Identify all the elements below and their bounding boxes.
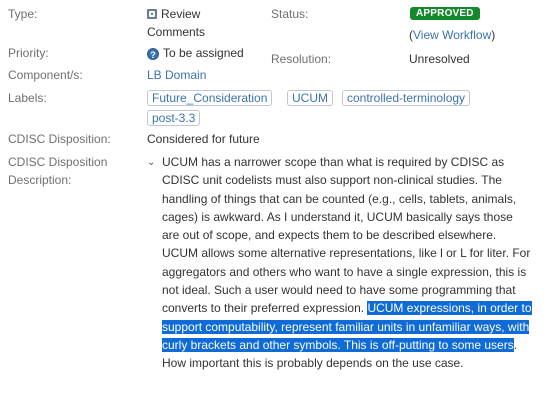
priority-value-text: To be assigned [163, 46, 244, 60]
priority-value: ? To be assigned [147, 44, 244, 62]
cdisc-disposition-value: Considered for future [147, 132, 260, 146]
status-label: Status: [271, 7, 309, 21]
label-tag[interactable]: Future_Consideration [147, 90, 273, 106]
disposition-description-text: UCUM has a narrower scope than what is r… [162, 153, 532, 373]
chevron-down-icon[interactable]: ⌄ [147, 154, 155, 172]
description-label-line-1: CDISC Disposition [8, 155, 108, 169]
resolution-label: Resolution: [271, 52, 332, 66]
label-tag[interactable]: UCUM [287, 90, 333, 106]
resolution-value: Unresolved [409, 52, 470, 66]
component-label: Component/s: [8, 68, 83, 82]
cdisc-disposition-label: CDISC Disposition: [8, 132, 111, 146]
review-comments-icon [147, 9, 157, 19]
view-workflow-close-paren: ) [491, 28, 496, 42]
cdisc-disposition-description-label: CDISC Disposition Description: [8, 153, 107, 189]
labels-label: Labels: [8, 91, 47, 105]
label-tag[interactable]: controlled-terminology [342, 90, 471, 106]
status-badge: APPROVED [410, 7, 480, 20]
priority-label: Priority: [8, 46, 49, 60]
description-label-line-2: Description: [8, 173, 72, 187]
label-tag[interactable]: post-3.3 [147, 110, 201, 126]
component-link[interactable]: LB Domain [147, 66, 206, 84]
type-value: Review Comments [147, 5, 257, 41]
help-question-icon: ? [147, 48, 159, 60]
type-label: Type: [8, 7, 38, 21]
description-text: UCUM has a narrower scope than what is r… [162, 155, 531, 316]
view-workflow-link[interactable]: View Workflow [413, 28, 491, 42]
view-workflow: (View Workflow) [409, 26, 495, 44]
